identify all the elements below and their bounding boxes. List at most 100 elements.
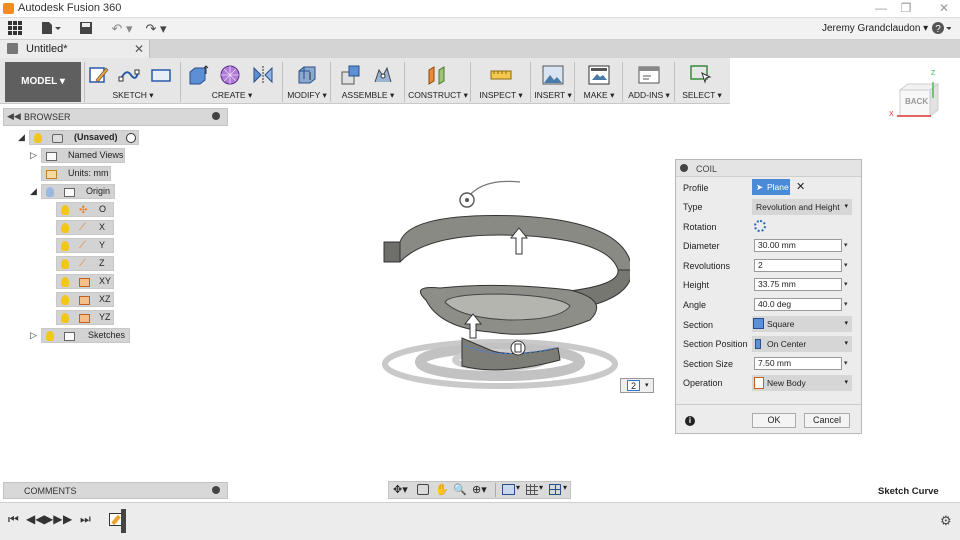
chevron-down-icon[interactable]: ▾ bbox=[563, 483, 567, 492]
redo-icon[interactable]: ↷ ▾ bbox=[142, 21, 170, 37]
save-icon[interactable] bbox=[78, 21, 94, 37]
assemble-group[interactable]: ASSEMBLE ▾ bbox=[332, 60, 404, 104]
canvas-revolutions-input[interactable]: 2 ▾ bbox=[620, 378, 654, 393]
visibility-bulb-icon[interactable] bbox=[61, 277, 69, 287]
extrude-icon[interactable] bbox=[187, 64, 209, 86]
new-component-icon[interactable] bbox=[340, 64, 362, 86]
user-account-menu[interactable]: Jeremy Grandclaudon ▾ bbox=[822, 23, 928, 34]
browser-item-origin-point[interactable]: ✣ O bbox=[56, 202, 114, 217]
browser-item-xy-plane[interactable]: XY bbox=[56, 274, 114, 289]
revolutions-value[interactable]: 2 bbox=[627, 380, 640, 391]
info-icon[interactable]: i bbox=[685, 416, 695, 426]
offset-plane-icon[interactable] bbox=[426, 64, 448, 86]
file-menu-icon[interactable] bbox=[40, 21, 62, 37]
construct-group[interactable]: CONSTRUCT ▾ bbox=[406, 60, 470, 104]
activate-radio-icon[interactable] bbox=[126, 133, 136, 143]
insert-group[interactable]: INSERT ▾ bbox=[532, 60, 574, 104]
browser-item-xz-plane[interactable]: XZ bbox=[56, 292, 114, 307]
expand-named-views-icon[interactable]: ▷ bbox=[30, 150, 37, 161]
browser-item-z-axis[interactable]: ⟋ Z bbox=[56, 256, 114, 271]
chevron-down-icon[interactable]: ▾ bbox=[516, 483, 520, 492]
chevron-down-icon[interactable]: ▾ bbox=[844, 261, 848, 269]
expand-root-icon[interactable]: ◢ bbox=[18, 132, 25, 143]
angle-input[interactable]: 40.0 deg bbox=[754, 298, 842, 311]
browser-item-origin[interactable]: Origin bbox=[41, 184, 115, 199]
press-pull-icon[interactable] bbox=[296, 64, 318, 86]
visibility-bulb-icon[interactable] bbox=[46, 187, 54, 197]
insert-image-icon[interactable] bbox=[542, 64, 564, 86]
create-group[interactable]: CREATE ▾ bbox=[182, 60, 282, 104]
browser-panel-header[interactable]: ◀◀ BROWSER bbox=[3, 108, 228, 126]
zoom-icon[interactable]: 🔍 bbox=[453, 483, 467, 496]
3d-print-icon[interactable] bbox=[588, 64, 610, 86]
panel-pin-icon[interactable] bbox=[212, 112, 220, 120]
undo-icon[interactable]: ↶ ▾ bbox=[108, 21, 136, 37]
clear-selection-icon[interactable]: ✕ bbox=[796, 180, 805, 193]
play-icon[interactable]: ▶ bbox=[63, 512, 72, 526]
data-panel-grid-icon[interactable] bbox=[7, 21, 23, 37]
select-group[interactable]: SELECT ▾ bbox=[676, 60, 728, 104]
timeline-marker[interactable] bbox=[121, 509, 126, 533]
go-to-start-icon[interactable]: ⏮ bbox=[8, 512, 19, 527]
go-to-end-icon[interactable]: ⏭ bbox=[80, 512, 91, 527]
orbit-constrained-icon[interactable]: ✥▾ bbox=[393, 483, 408, 496]
collapse-panel-icon[interactable]: ◀◀ bbox=[7, 111, 21, 122]
visibility-bulb-icon[interactable] bbox=[34, 133, 42, 143]
section-position-dropdown[interactable]: On Center ▾ bbox=[752, 336, 852, 352]
visibility-bulb-icon[interactable] bbox=[61, 205, 69, 215]
browser-root-node[interactable]: (Unsaved) bbox=[29, 130, 139, 145]
minimize-icon[interactable]: — bbox=[870, 1, 892, 15]
close-window-icon[interactable]: ✕ bbox=[933, 1, 955, 15]
chevron-down-icon[interactable]: ▾ bbox=[844, 359, 848, 367]
chevron-down-icon[interactable]: ▾ bbox=[844, 280, 848, 288]
line-tool-icon[interactable] bbox=[118, 64, 140, 86]
joint-icon[interactable] bbox=[372, 64, 394, 86]
comments-panel[interactable]: COMMENTS bbox=[3, 482, 228, 499]
step-forward-icon[interactable]: ▶▶ bbox=[44, 512, 62, 526]
sketch-group[interactable]: SKETCH ▾ bbox=[86, 60, 180, 104]
chevron-down-icon[interactable]: ▾ bbox=[844, 241, 848, 249]
visibility-bulb-icon[interactable] bbox=[61, 295, 69, 305]
expand-sketches-icon[interactable]: ▷ bbox=[30, 330, 37, 341]
profile-selection-button[interactable]: ➤ Plane bbox=[752, 179, 790, 195]
create-sketch-icon[interactable] bbox=[88, 64, 110, 86]
maximize-icon[interactable]: ❐ bbox=[895, 1, 917, 15]
browser-item-yz-plane[interactable]: YZ bbox=[56, 310, 114, 325]
section-size-input[interactable]: 7.50 mm bbox=[754, 357, 842, 370]
visibility-bulb-icon[interactable] bbox=[61, 241, 69, 251]
close-tab-icon[interactable]: ✕ bbox=[134, 42, 144, 56]
viewcube[interactable]: BACK Z X bbox=[889, 70, 942, 122]
document-tab[interactable]: Untitled* ✕ bbox=[0, 40, 150, 58]
browser-item-x-axis[interactable]: ⟋ X bbox=[56, 220, 114, 235]
chevron-down-icon[interactable]: ▾ bbox=[844, 300, 848, 308]
help-icon[interactable]: ? bbox=[930, 21, 952, 37]
timeline-settings-gear-icon[interactable]: ⚙ bbox=[940, 513, 952, 529]
height-input[interactable]: 33.75 mm bbox=[754, 278, 842, 291]
rotation-direction-icon[interactable] bbox=[754, 220, 766, 232]
browser-item-y-axis[interactable]: ⟋ Y bbox=[56, 238, 114, 253]
collapse-dialog-icon[interactable] bbox=[680, 164, 688, 172]
step-back-icon[interactable]: ◀◀ bbox=[26, 512, 44, 526]
ok-button[interactable]: OK bbox=[752, 413, 796, 428]
revolutions-input[interactable]: 2 bbox=[754, 259, 842, 272]
display-settings-icon[interactable] bbox=[502, 484, 515, 495]
chevron-down-icon[interactable]: ▾ bbox=[539, 483, 543, 492]
visibility-bulb-icon[interactable] bbox=[46, 331, 54, 341]
mirror-icon[interactable] bbox=[252, 64, 274, 86]
diameter-input[interactable]: 30.00 mm bbox=[754, 239, 842, 252]
grid-settings-icon[interactable] bbox=[526, 484, 538, 495]
cancel-button[interactable]: Cancel bbox=[804, 413, 850, 428]
measure-icon[interactable] bbox=[490, 64, 512, 86]
visibility-bulb-icon[interactable] bbox=[61, 313, 69, 323]
select-cursor-icon[interactable] bbox=[690, 64, 712, 86]
viewports-icon[interactable] bbox=[549, 484, 561, 495]
rectangle-tool-icon[interactable] bbox=[150, 64, 172, 86]
form-icon[interactable] bbox=[219, 64, 241, 86]
look-at-icon[interactable] bbox=[417, 484, 429, 495]
expand-origin-icon[interactable]: ◢ bbox=[30, 186, 37, 197]
coil-dialog-header[interactable]: COIL bbox=[676, 160, 861, 177]
chevron-down-icon[interactable]: ▾ bbox=[645, 381, 649, 389]
add-comment-icon[interactable] bbox=[212, 486, 220, 494]
add-ins-group[interactable]: ADD-INS ▾ bbox=[624, 60, 674, 104]
type-dropdown[interactable]: Revolution and Height ▾ bbox=[752, 199, 852, 215]
